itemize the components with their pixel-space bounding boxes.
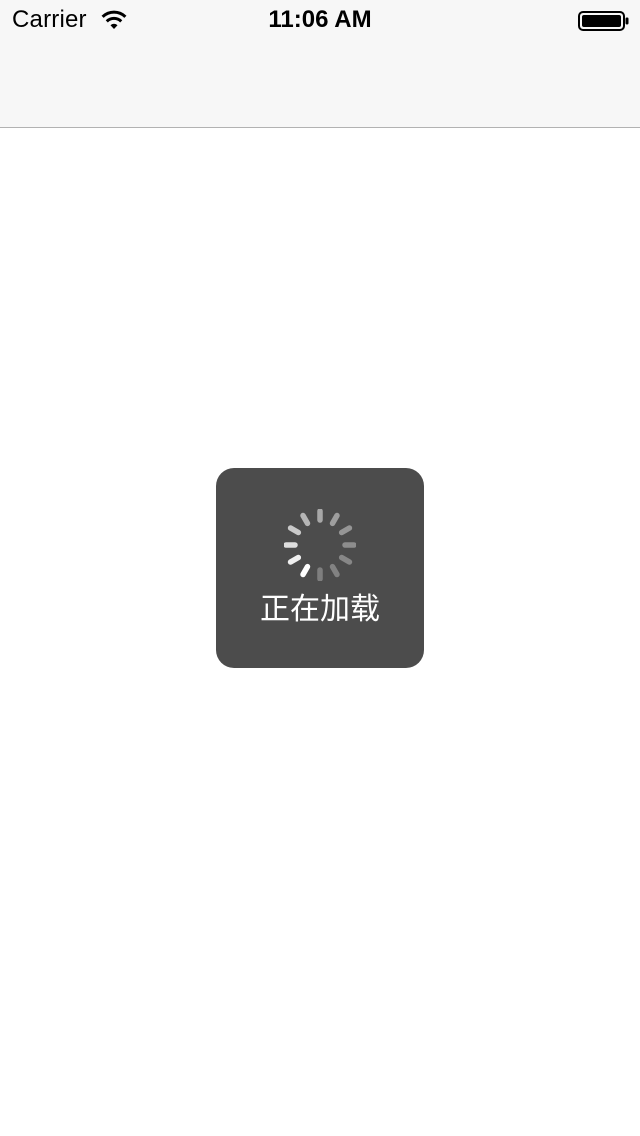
navigation-bar: Carrier 11:06 AM (0, 0, 640, 128)
status-bar: Carrier 11:06 AM (0, 0, 640, 40)
loading-label: 正在加载 (260, 592, 380, 627)
battery-full-icon (578, 11, 629, 31)
activity-spinner-icon (284, 509, 356, 581)
status-time: 11:06 AM (268, 6, 372, 33)
app-screen: Carrier 11:06 AM 正在加载 (0, 0, 640, 1136)
